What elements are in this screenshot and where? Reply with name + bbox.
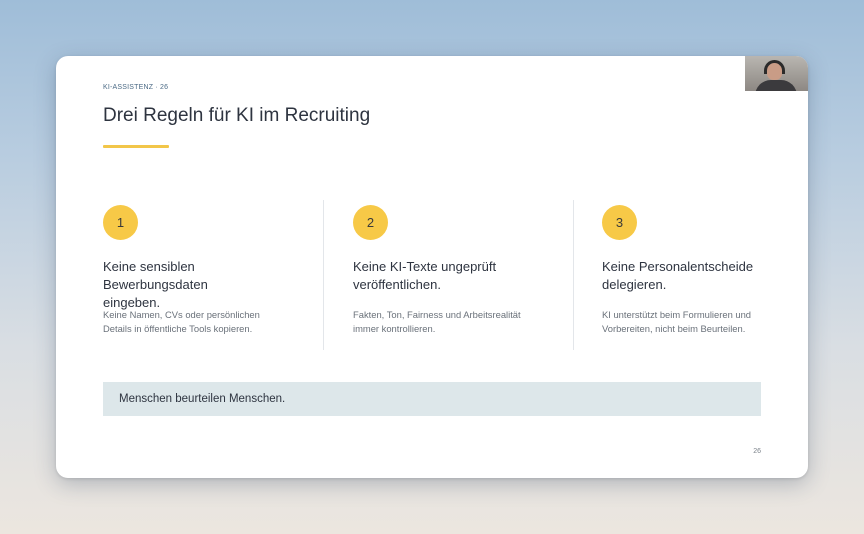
rule-description: Keine Namen, CVs oder persönlichen Detai…: [103, 309, 260, 334]
slide-title: Drei Regeln für KI im Recruiting: [103, 105, 371, 126]
slide-kicker: KI-ASSISTENZ · 26: [103, 84, 169, 91]
presentation-slide: KI-ASSISTENZ · 26 Drei Regeln für KI im …: [56, 56, 808, 478]
title-underline: [103, 145, 169, 148]
rule-heading: Keine sensiblen Bewerbungsdaten eingeben…: [103, 259, 208, 310]
rule-description: KI unterstützt beim Formulieren und Vorb…: [602, 309, 752, 334]
rule-column-2: 2 Keine KI-Texte ungeprüft veröffentlich…: [353, 205, 523, 334]
rule-number-badge: 2: [353, 205, 388, 240]
webcam-thumbnail[interactable]: [745, 56, 808, 91]
page-number: 26: [753, 448, 761, 455]
headset-icon: [764, 60, 785, 74]
column-divider: [323, 200, 324, 350]
rule-description: Fakten, Ton, Fairness und Arbeitsrealitä…: [353, 309, 521, 334]
rule-number-badge: 3: [602, 205, 637, 240]
rule-heading: Keine KI-Texte ungeprüft veröffentlichen…: [353, 259, 497, 292]
rule-number-badge: 1: [103, 205, 138, 240]
callout-banner: Menschen beurteilen Menschen.: [103, 382, 761, 416]
presenter-body: [755, 80, 797, 91]
rule-column-3: 3 Keine Personalentscheide delegieren. K…: [602, 205, 772, 334]
rule-column-1: 1 Keine sensiblen Bewerbungsdaten eingeb…: [103, 205, 273, 334]
column-divider: [573, 200, 574, 350]
rule-heading: Keine Personalentscheide delegieren.: [602, 259, 754, 292]
